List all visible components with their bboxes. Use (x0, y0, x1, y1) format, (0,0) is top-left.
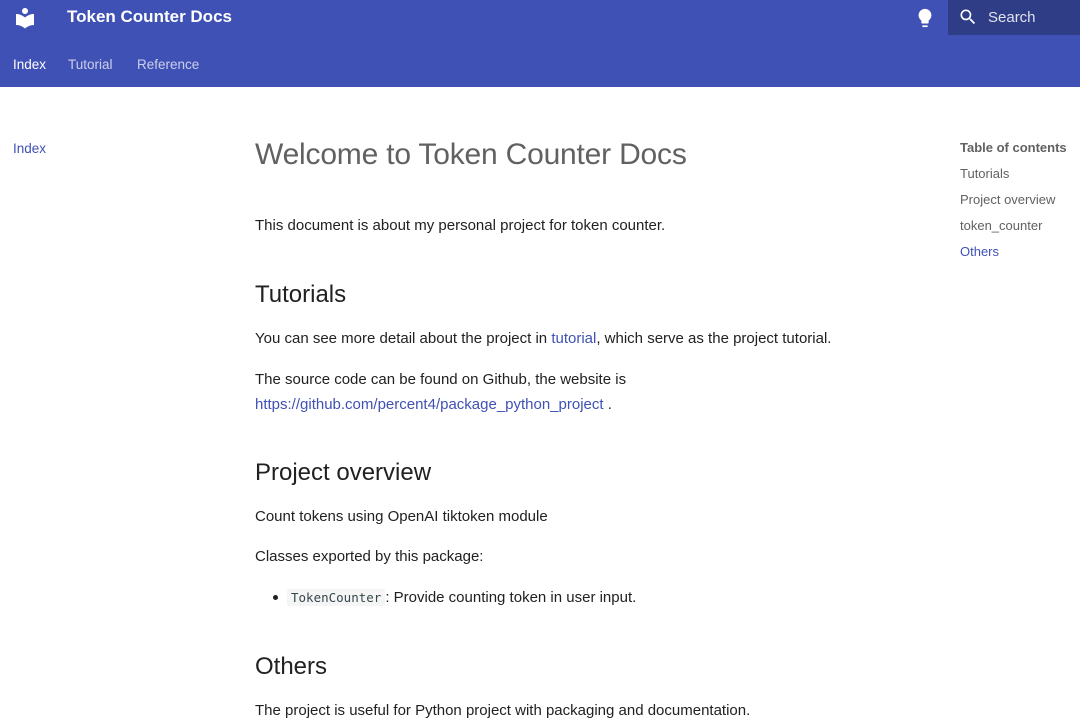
toc-title: Table of contents (960, 140, 1067, 155)
left-nav: Index (13, 140, 46, 158)
search-box[interactable] (948, 0, 1080, 35)
search-input[interactable] (988, 0, 1078, 35)
tab-index[interactable]: Index (13, 57, 46, 73)
search-icon (960, 9, 976, 25)
list-item-text: : Provide counting token in user input. (385, 589, 637, 606)
tutorial-link[interactable]: tutorial (551, 330, 596, 347)
others-paragraph-1: The project is useful for Python project… (255, 702, 751, 719)
intro-paragraph: This document is about my personal proje… (255, 217, 666, 234)
heading-others: Others (255, 653, 328, 680)
left-nav-item-index[interactable]: Index (13, 141, 46, 156)
tutorials-text-after: , which serve as the project tutorial. (596, 330, 832, 347)
nav-tabs: Index Tutorial Reference (0, 35, 1080, 87)
tutorials-text-before: You can see more detail about the projec… (255, 330, 552, 347)
tutorials-paragraph-1: You can see more detail about the projec… (255, 329, 831, 349)
tab-tutorial[interactable]: Tutorial (68, 57, 113, 73)
book-logo-icon[interactable] (13, 6, 37, 30)
toc-item-token-counter[interactable]: token_counter (960, 218, 1080, 244)
toc-item-tutorials[interactable]: Tutorials (960, 166, 1080, 192)
heading-tutorials: Tutorials (255, 281, 347, 308)
page-title: Welcome to Token Counter Docs (255, 138, 687, 171)
list-item: TokenCounter: Provide counting token in … (255, 588, 636, 608)
github-link[interactable]: https://github.com/percent4/package_pyth… (255, 396, 604, 413)
lightbulb-icon[interactable] (914, 6, 936, 30)
header: Token Counter Docs (0, 0, 1080, 35)
bullet-dot (273, 594, 278, 600)
table-of-contents: Table of contents Tutorials Project over… (960, 140, 1080, 270)
heading-project-overview: Project overview (255, 459, 432, 486)
toc-item-others[interactable]: Others (960, 244, 1080, 270)
code-token-counter: TokenCounter (287, 589, 386, 606)
toc-item-project-overview[interactable]: Project overview (960, 192, 1080, 218)
tab-reference[interactable]: Reference (137, 57, 199, 73)
overview-paragraph-1: Count tokens using OpenAI tiktoken modul… (255, 508, 548, 525)
overview-paragraph-2: Classes exported by this package: (255, 548, 484, 565)
github-link-suffix: . (603, 396, 612, 413)
site-title: Token Counter Docs (67, 7, 232, 26)
tutorials-paragraph-2: The source code can be found on Github, … (255, 371, 627, 388)
github-line: https://github.com/percent4/package_pyth… (255, 395, 612, 415)
